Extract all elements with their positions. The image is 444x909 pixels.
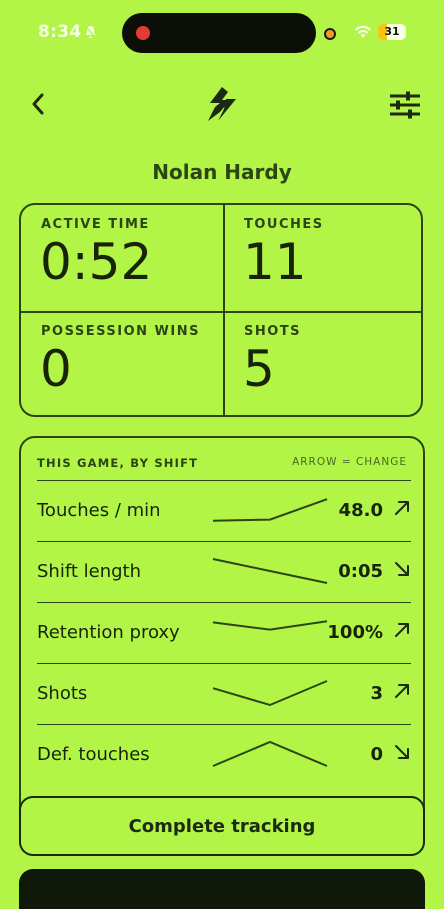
stat-possession-wins: POSSESSION WINS 0 — [21, 312, 221, 415]
sparkline — [212, 620, 328, 631]
wifi-icon — [354, 24, 372, 43]
dynamic-island — [122, 13, 316, 53]
sparkline-path — [212, 620, 328, 631]
shift-row-def-touches: Def. touches 0 — [37, 724, 411, 786]
stat-label: TOUCHES — [244, 217, 324, 232]
sparkline — [212, 740, 328, 767]
sparkline-path — [212, 498, 328, 522]
metric-label: Retention proxy — [37, 622, 180, 643]
top-bar — [0, 84, 444, 126]
metric-value: 0:05 — [338, 561, 383, 582]
sparkline — [212, 558, 328, 584]
shift-row-retention-proxy: Retention proxy 100% — [37, 602, 411, 664]
arrow-down-right-icon — [395, 562, 409, 576]
stat-label: ACTIVE TIME — [41, 217, 150, 232]
metric-label: Shift length — [37, 561, 142, 582]
metric-label: Touches / min — [37, 500, 161, 521]
battery-percent: 31 — [384, 25, 400, 38]
bottom-action-bar — [19, 869, 425, 909]
battery-icon: 31 — [378, 24, 406, 40]
sparkline-path — [212, 680, 328, 707]
stat-value: 5 — [243, 340, 275, 398]
stat-label: POSSESSION WINS — [41, 324, 200, 339]
player-name: Nolan Hardy — [152, 160, 292, 184]
metric-value: 3 — [370, 683, 383, 704]
shift-row-touches-min: Touches / min 48.0 — [37, 480, 411, 542]
bell-muted-icon — [84, 25, 97, 43]
sparkline-path — [212, 558, 328, 584]
stat-active-time: ACTIVE TIME 0:52 — [21, 205, 221, 311]
shift-breakdown-card: THIS GAME, BY SHIFT ARROW = CHANGE Touch… — [19, 436, 425, 856]
metric-value: 48.0 — [338, 500, 383, 521]
filter-settings-button[interactable] — [388, 90, 422, 120]
metric-value: 100% — [327, 622, 383, 643]
stat-touches: TOUCHES 11 — [224, 205, 421, 311]
stat-value: 0:52 — [40, 233, 153, 291]
arrow-up-right-icon — [395, 501, 409, 515]
stat-shots: SHOTS 5 — [224, 312, 421, 415]
stat-label: SHOTS — [244, 324, 302, 339]
metric-value: 0 — [370, 744, 383, 765]
sparkline — [212, 680, 328, 707]
sparkline-path — [212, 740, 328, 767]
recording-indicator — [136, 26, 150, 40]
complete-tracking-button[interactable]: Complete tracking — [19, 796, 425, 856]
arrow-up-right-icon — [395, 684, 409, 698]
status-bar: 8:34 31 — [0, 0, 444, 66]
arrow-up-right-icon — [395, 623, 409, 637]
metric-label: Shots — [37, 683, 88, 704]
shift-row-shots: Shots 3 — [37, 663, 411, 725]
arrow-down-right-icon — [395, 745, 409, 759]
privacy-indicator — [324, 28, 336, 40]
legend-hint: ARROW = CHANGE — [292, 456, 407, 468]
sparkline — [212, 498, 328, 522]
app-logo-icon — [206, 86, 238, 122]
stat-value: 11 — [243, 233, 307, 291]
sliders-icon — [390, 91, 420, 119]
chevron-left-icon — [32, 93, 44, 115]
metric-label: Def. touches — [37, 744, 150, 765]
status-time: 8:34 — [38, 22, 82, 42]
stat-value: 0 — [40, 340, 72, 398]
back-button[interactable] — [26, 90, 54, 118]
section-title: THIS GAME, BY SHIFT — [37, 456, 199, 470]
shift-row-shift-length: Shift length 0:05 — [37, 541, 411, 603]
stats-grid: ACTIVE TIME 0:52 TOUCHES 11 POSSESSION W… — [19, 203, 423, 417]
